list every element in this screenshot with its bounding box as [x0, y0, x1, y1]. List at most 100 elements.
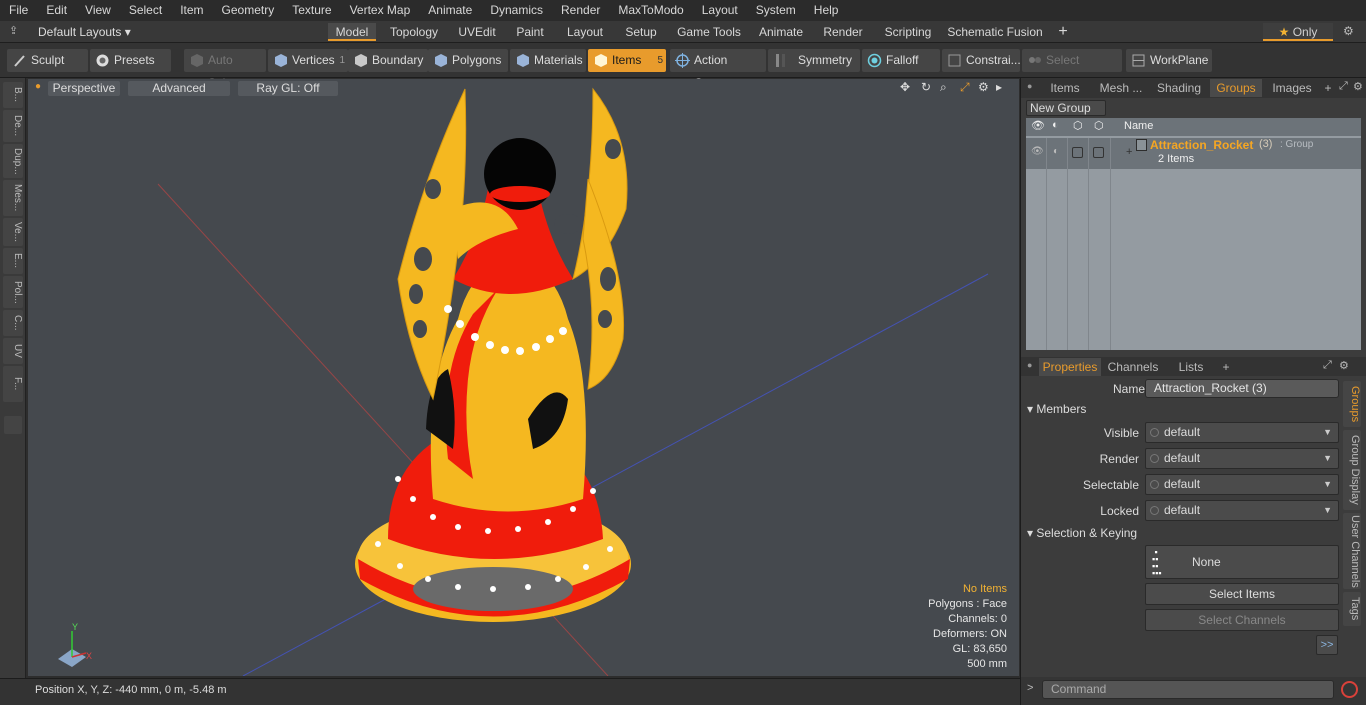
select-items-button[interactable]: Select Items	[1145, 583, 1339, 605]
auto-select-button[interactable]: Auto Select	[184, 49, 266, 90]
expand-group-icon[interactable]: +	[1126, 146, 1132, 158]
presets-button[interactable]: Presets	[90, 49, 171, 72]
tab-setup[interactable]: Setup	[620, 23, 662, 41]
items-button[interactable]: Items 5	[588, 49, 666, 72]
new-group-button[interactable]: New Group	[1026, 100, 1106, 116]
strip-tab-uv[interactable]: UV	[3, 338, 23, 364]
polygons-button[interactable]: Polygons	[428, 49, 508, 72]
menu-vertex-map[interactable]: Vertex Map	[341, 0, 420, 21]
strip-tab-vertex[interactable]: Ve...	[3, 218, 23, 246]
side-tab-groups[interactable]: Groups	[1343, 381, 1361, 427]
rotate-view-icon[interactable]: ↻	[921, 80, 931, 94]
props-expand-icon[interactable]: ⤢	[1323, 359, 1332, 372]
keying-none-button[interactable]: ▪ ▪▪ ▪▪ ▪▪▪ None	[1145, 545, 1339, 579]
tab-properties[interactable]: Properties	[1039, 358, 1101, 376]
falloff-button[interactable]: Falloff	[862, 49, 940, 72]
row-eye-icon[interactable]: 👁	[1031, 146, 1044, 157]
only-button[interactable]: ★ Only	[1263, 23, 1333, 41]
visible-dropdown[interactable]: default ▼	[1145, 422, 1339, 443]
menu-help[interactable]: Help	[805, 0, 848, 21]
menu-texture[interactable]: Texture	[283, 0, 340, 21]
record-icon[interactable]	[1341, 681, 1358, 698]
render-icon[interactable]: ◐	[1052, 119, 1059, 131]
props-gear-icon[interactable]: ⚙	[1339, 359, 1349, 372]
menu-animate[interactable]: Animate	[419, 0, 481, 21]
tab-paint[interactable]: Paint	[511, 23, 549, 41]
add-tab-button[interactable]: +	[1053, 23, 1073, 41]
tab-channels[interactable]: Channels	[1105, 358, 1161, 376]
tab-animate[interactable]: Animate	[754, 23, 808, 41]
constraints-button[interactable]: Constrai...	[942, 49, 1021, 72]
menu-geometry[interactable]: Geometry	[213, 0, 284, 21]
select-icon[interactable]: ⬡	[1094, 119, 1104, 132]
menu-render[interactable]: Render	[552, 0, 609, 21]
select-channels-button[interactable]: Select Channels	[1145, 609, 1339, 631]
tab-mesh[interactable]: Mesh ...	[1094, 79, 1148, 97]
maximize-view-icon[interactable]: ⤢	[960, 80, 970, 95]
add-props-tab-button[interactable]: +	[1219, 358, 1233, 376]
gear-icon[interactable]: ⚙	[1343, 24, 1354, 38]
viewport-play-icon[interactable]: ▸	[996, 80, 1002, 94]
add-panel-tab-button[interactable]: +	[1321, 79, 1335, 97]
tab-lists[interactable]: Lists	[1165, 358, 1217, 376]
expand-panel-icon[interactable]: ⤢	[1339, 80, 1348, 93]
group-row-attraction-rocket[interactable]: 👁 ◐ + Attraction_Rocket (3) : Group 2 It…	[1026, 138, 1361, 169]
workplane-button[interactable]: WorkPlane	[1126, 49, 1212, 72]
advanced-button[interactable]: Advanced	[128, 81, 230, 96]
members-section[interactable]: ▾ Members	[1027, 402, 1342, 420]
strip-tab-duplicate[interactable]: Dup...	[3, 144, 23, 178]
raygl-button[interactable]: Ray GL: Off	[238, 81, 338, 96]
lock-icon[interactable]: ⬡	[1073, 119, 1083, 132]
menu-maxtomodo[interactable]: MaxToModo	[609, 0, 692, 21]
vertices-button[interactable]: Vertices 1	[268, 49, 348, 72]
more-button[interactable]: >>	[1316, 635, 1338, 655]
tab-images[interactable]: Images	[1265, 79, 1319, 97]
zoom-view-icon[interactable]: ⌕	[940, 80, 947, 95]
boundary-button[interactable]: Boundary	[348, 49, 428, 72]
tab-groups[interactable]: Groups	[1210, 79, 1262, 97]
menu-layout[interactable]: Layout	[693, 0, 747, 21]
locked-dropdown[interactable]: default ▼	[1145, 500, 1339, 521]
side-tab-group-display[interactable]: Group Display	[1343, 430, 1361, 510]
strip-tab-mesh[interactable]: Mes...	[3, 180, 23, 216]
menu-item[interactable]: Item	[171, 0, 212, 21]
strip-tab-curve[interactable]: C...	[3, 310, 23, 336]
panel-gear-icon[interactable]: ⚙	[1353, 80, 1363, 93]
3d-viewport[interactable]: Y X ● Perspective Advanced Ray GL: Off ✥…	[28, 79, 1019, 676]
materials-button[interactable]: Materials	[510, 49, 586, 72]
menu-view[interactable]: View	[76, 0, 120, 21]
select-through-button[interactable]: Select Through	[1022, 49, 1122, 90]
strip-tab-edge[interactable]: E...	[3, 248, 23, 274]
tab-uvedit[interactable]: UVEdit	[453, 23, 501, 41]
layout-expand-icon[interactable]: ⇪	[9, 24, 18, 37]
sculpt-button[interactable]: Sculpt	[7, 49, 88, 72]
tab-scripting[interactable]: Scripting	[880, 23, 936, 41]
command-input[interactable]: Command	[1042, 680, 1334, 699]
row-render-icon[interactable]: ◐	[1053, 146, 1059, 157]
menu-file[interactable]: File	[0, 0, 37, 21]
tab-schematic-fusion[interactable]: Schematic Fusion	[947, 23, 1043, 41]
selectable-dropdown[interactable]: default ▼	[1145, 474, 1339, 495]
menu-select[interactable]: Select	[120, 0, 171, 21]
tab-layout[interactable]: Layout	[562, 23, 608, 41]
render-dropdown[interactable]: default ▼	[1145, 448, 1339, 469]
viewport-gear-icon[interactable]: ⚙	[978, 80, 989, 94]
row-select-checkbox[interactable]	[1093, 147, 1104, 158]
tab-items[interactable]: Items	[1039, 79, 1091, 97]
action-center-button[interactable]: Action Center	[670, 49, 766, 90]
default-layouts-dropdown[interactable]: Default Layouts ▾	[38, 25, 131, 39]
tab-render[interactable]: Render	[818, 23, 868, 41]
menu-dynamics[interactable]: Dynamics	[481, 0, 552, 21]
selection-keying-section[interactable]: ▾ Selection & Keying	[1027, 526, 1342, 544]
name-column-header[interactable]: Name	[1124, 120, 1153, 132]
perspective-button[interactable]: Perspective	[48, 81, 120, 96]
side-tab-tags[interactable]: Tags	[1343, 592, 1361, 626]
row-lock-checkbox[interactable]	[1072, 147, 1083, 158]
strip-tab-deform[interactable]: De...	[3, 110, 23, 142]
menu-edit[interactable]: Edit	[37, 0, 76, 21]
tab-shading[interactable]: Shading	[1151, 79, 1207, 97]
tab-topology[interactable]: Topology	[384, 23, 444, 41]
menu-system[interactable]: System	[747, 0, 805, 21]
strip-tab-basic[interactable]: B...	[3, 82, 23, 108]
name-input[interactable]: Attraction_Rocket (3)	[1145, 379, 1339, 398]
